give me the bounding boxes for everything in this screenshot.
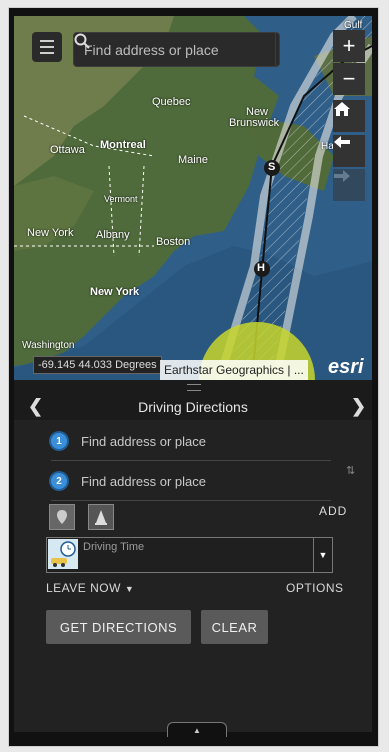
map-label-montreal: Montreal xyxy=(100,139,146,151)
stop-input-2[interactable] xyxy=(79,472,323,490)
home-button[interactable] xyxy=(333,100,365,132)
map-label-new-york-city: New York xyxy=(90,286,140,298)
back-button[interactable] xyxy=(333,135,365,167)
map-label-washington: Washington xyxy=(22,340,75,351)
map-label-quebec: Quebec xyxy=(152,96,191,108)
drag-handle[interactable] xyxy=(187,384,201,391)
attribution[interactable]: Earthstar Geographics | ... xyxy=(160,360,308,380)
traffic-cone-icon xyxy=(95,510,107,525)
zoom-out-button[interactable]: − xyxy=(333,63,365,95)
stop-row-2: 2 xyxy=(51,462,331,501)
map-label-vermont: Vermont xyxy=(104,194,138,204)
map-label-ottawa: Ottawa xyxy=(50,144,85,156)
chevron-right-icon[interactable]: ❯ xyxy=(351,396,366,417)
panel-header: ❮ Driving Directions ❯ xyxy=(14,380,372,420)
clear-button[interactable]: CLEAR xyxy=(201,610,268,644)
search-box xyxy=(73,32,280,67)
arrow-left-icon xyxy=(334,136,350,148)
collapse-panel-button[interactable]: ▲ xyxy=(167,722,227,737)
minus-icon: − xyxy=(342,66,356,91)
panel-title: Driving Directions xyxy=(138,399,248,415)
options-button[interactable]: OPTIONS xyxy=(286,581,344,595)
dropdown-arrow-icon[interactable]: ▼ xyxy=(313,538,332,572)
stop-number-badge: 2 xyxy=(51,473,67,489)
stop-row-1: 1 xyxy=(51,422,331,461)
caret-down-icon: ▼ xyxy=(124,584,135,594)
car-icon xyxy=(48,539,78,569)
swap-stops-icon[interactable]: ⇅ xyxy=(346,464,355,477)
travel-mode-label: Driving Time xyxy=(83,541,145,553)
leave-now-dropdown[interactable]: LEAVE NOW ▼ xyxy=(46,581,134,595)
map-label-boston: Boston xyxy=(156,236,191,248)
menu-icon-bar xyxy=(40,46,54,48)
map-label-albany: Albany xyxy=(96,229,130,241)
map-label-brunswick: Brunswick xyxy=(229,117,280,129)
map-canvas xyxy=(14,16,372,380)
coordinates-readout: -69.145 44.033 Degrees xyxy=(33,356,162,374)
stop-number-badge: 1 xyxy=(51,433,67,449)
directions-panel: ❮ Driving Directions ❯ 1 2 ⇅ ADD xyxy=(14,380,372,737)
menu-icon-bar xyxy=(40,52,54,54)
caret-up-icon: ▲ xyxy=(193,725,201,735)
search-icon xyxy=(74,33,90,49)
home-icon xyxy=(334,102,350,116)
stop-input-1[interactable] xyxy=(79,432,323,450)
travel-mode-walk-button[interactable] xyxy=(88,504,114,530)
car-clock-icon xyxy=(48,539,78,569)
storm-marker-h: H xyxy=(257,262,265,274)
zoom-in-button[interactable]: + xyxy=(333,30,365,62)
travel-mode-select[interactable]: Driving Time ▼ xyxy=(46,537,333,573)
menu-button[interactable] xyxy=(32,32,62,62)
plus-icon: + xyxy=(342,33,356,58)
map-label-maine: Maine xyxy=(178,154,208,166)
search-button[interactable] xyxy=(74,33,279,66)
map-view[interactable]: Quebec New Brunswick Ottawa Montreal Mai… xyxy=(14,16,372,380)
travel-mode-car-button[interactable] xyxy=(49,504,75,530)
menu-icon-bar xyxy=(40,40,54,42)
map-label-new-york-state: New York xyxy=(27,227,74,239)
forward-button[interactable] xyxy=(333,169,365,201)
add-stop-button[interactable]: ADD xyxy=(319,504,347,518)
esri-logo: esri xyxy=(328,356,364,378)
storm-marker-s: S xyxy=(268,161,276,173)
map-pin-icon xyxy=(57,510,67,524)
leave-now-label: LEAVE NOW xyxy=(46,581,121,595)
arrow-right-icon xyxy=(334,170,350,182)
search-input[interactable] xyxy=(74,34,275,65)
get-directions-button[interactable]: GET DIRECTIONS xyxy=(46,610,191,644)
